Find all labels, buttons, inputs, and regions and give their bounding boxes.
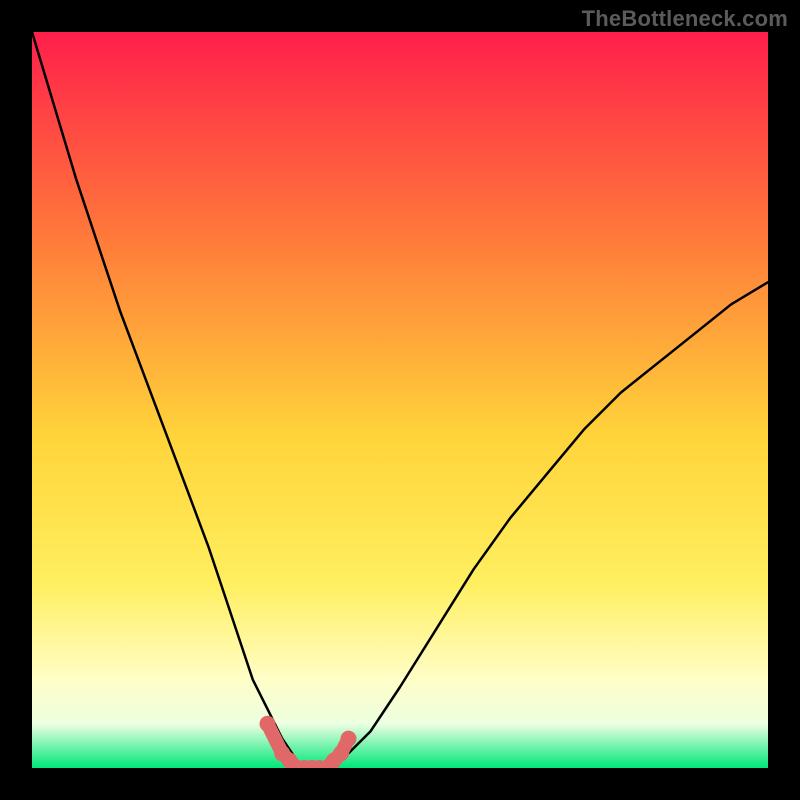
- sweet-spot-dot: [333, 745, 349, 761]
- plot-svg: [32, 32, 768, 768]
- watermark-text: TheBottleneck.com: [582, 6, 788, 32]
- sweet-spot-dot: [341, 731, 357, 747]
- sweet-spot-dot: [260, 716, 276, 732]
- gradient-background: [32, 32, 768, 768]
- chart-frame: TheBottleneck.com: [0, 0, 800, 800]
- plot-area: [32, 32, 768, 768]
